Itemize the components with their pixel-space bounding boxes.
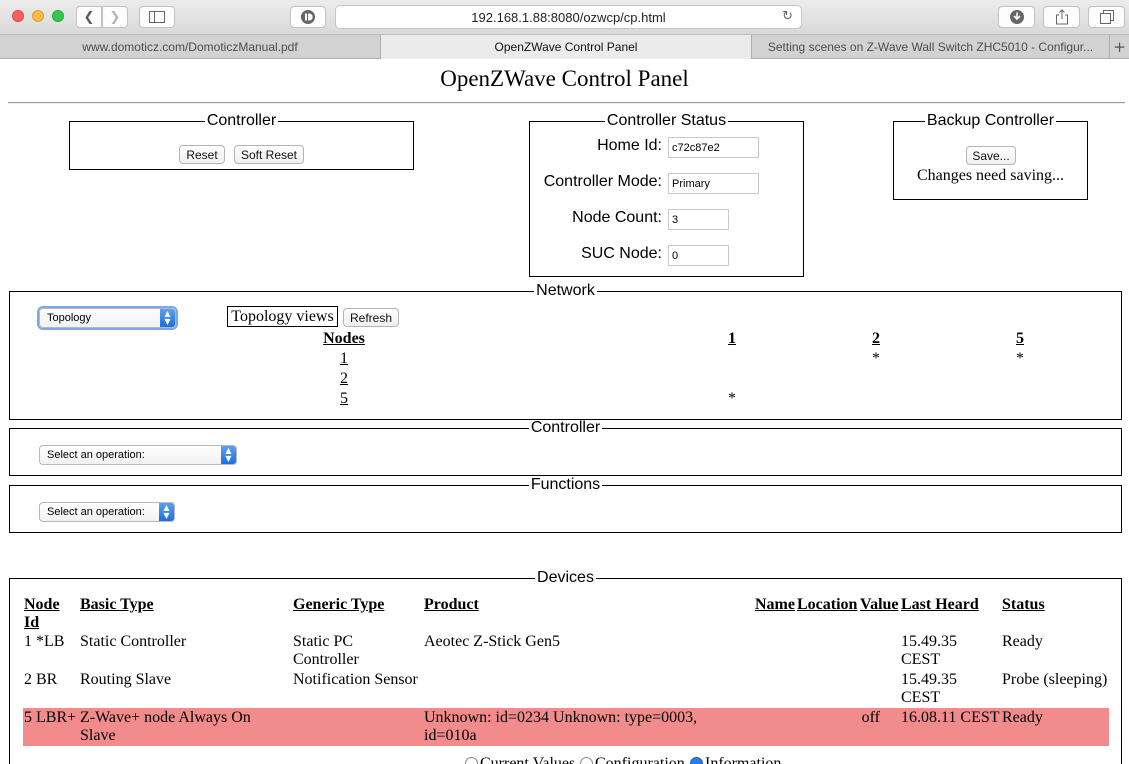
device-basic-type: Z-Wave+ node Always On Slave — [80, 709, 251, 744]
title-divider — [8, 102, 1125, 104]
device-status: Ready — [1002, 633, 1043, 650]
device-basic-type: Routing Slave — [80, 671, 172, 688]
controller-box: Controller Reset Soft Reset — [69, 112, 414, 170]
topology-views-label: Topology views — [227, 306, 338, 327]
devices-legend: Devices — [537, 569, 594, 586]
topology-node-2[interactable]: 2 — [300, 370, 388, 388]
page-title: OpenZWave Control Panel — [440, 66, 689, 91]
col-header-value[interactable]: Value — [860, 596, 900, 614]
refresh-button[interactable]: Refresh — [343, 308, 399, 327]
device-status: Probe (sleeping) — [1002, 671, 1108, 688]
select-arrows-icon: ▲ ▼ — [160, 309, 175, 327]
col-header-generic-type[interactable]: Generic Type — [293, 596, 423, 614]
topology-node-1[interactable]: 1 — [300, 350, 388, 368]
tab-domoticz-manual[interactable]: www.domoticz.com/DomoticzManual.pdf — [0, 35, 381, 59]
forward-icon[interactable]: ❯ — [102, 6, 128, 28]
network-box: Network — [9, 282, 1122, 420]
col-header-product[interactable]: Product — [424, 596, 624, 614]
sidebar-icon[interactable] — [139, 6, 175, 28]
controller-legend: Controller — [206, 112, 277, 129]
tabs-overview-icon[interactable] — [1088, 6, 1125, 28]
device-last-heard: 15.49.35 CEST — [901, 671, 957, 706]
node-count-label: Node Count: — [572, 209, 662, 226]
soft-reset-button[interactable]: Soft Reset — [234, 145, 304, 164]
functions-box: Functions — [9, 476, 1122, 533]
backup-controller-box: Backup Controller Save... Changes need s… — [893, 112, 1088, 200]
radio-label-current-values: Current Values — [480, 755, 576, 764]
address-bar[interactable]: 192.168.1.88:8080/ozwcp/cp.html ↻ — [335, 5, 802, 29]
reset-button[interactable]: Reset — [179, 145, 225, 164]
network-view-select[interactable]: Topology ▲ ▼ — [39, 308, 176, 328]
topology-col-1: 1 — [728, 330, 736, 347]
back-icon[interactable]: ❮ — [76, 6, 102, 28]
topology-cell: * — [872, 350, 880, 367]
device-last-heard: 15.49.35 CEST — [901, 633, 957, 668]
device-last-heard: 16.08.11 CEST — [901, 709, 1000, 726]
downloads-icon[interactable] — [998, 6, 1035, 28]
controller-mode-label: Controller Mode: — [543, 173, 662, 190]
device-generic-type: Notification Sensor — [293, 671, 418, 688]
col-header-name[interactable]: Name — [755, 596, 797, 614]
topology-cell: * — [1016, 350, 1024, 367]
device-node-id: 5 LBR+ — [24, 709, 77, 726]
network-legend: Network — [536, 282, 595, 299]
radio-configuration[interactable] — [580, 757, 593, 764]
new-tab-icon[interactable]: + — [1110, 35, 1129, 59]
controller-operation-select[interactable]: Select an operation: ▲ ▼ — [39, 445, 237, 465]
device-basic-type: Static Controller — [80, 633, 187, 650]
radio-label-configuration: Configuration — [595, 755, 685, 764]
functions-operation-value: Select an operation: — [47, 506, 145, 518]
zoom-window-icon[interactable] — [52, 10, 64, 22]
radio-label-information: Information — [705, 755, 782, 764]
backup-controller-legend: Backup Controller — [926, 112, 1055, 129]
controller-ops-legend: Controller — [530, 419, 601, 436]
controller-operation-value: Select an operation: — [47, 449, 145, 461]
suc-node-label: SUC Node: — [581, 245, 662, 262]
tab-setting-scenes[interactable]: Setting scenes on Z-Wave Wall Switch ZHC… — [752, 35, 1110, 59]
col-header-last-heard[interactable]: Last Heard — [901, 596, 1001, 614]
topology-node-5[interactable]: 5 — [300, 390, 388, 408]
close-window-icon[interactable] — [12, 10, 24, 22]
topology-col-2: 2 — [872, 330, 880, 347]
tab-ozw-control-panel[interactable]: OpenZWave Control Panel — [381, 35, 752, 59]
network-view-value: Topology — [47, 312, 92, 324]
nodes-header: Nodes — [323, 330, 365, 347]
functions-legend: Functions — [530, 476, 601, 493]
share-icon[interactable] — [1043, 6, 1080, 28]
backup-message: Changes need saving... — [916, 167, 1065, 184]
privacy-report-icon[interactable] — [290, 6, 326, 28]
device-generic-type: Static PC Controller — [293, 633, 359, 668]
device-product: Aeotec Z-Stick Gen5 — [424, 633, 560, 650]
select-arrows-icon: ▲ ▼ — [159, 503, 174, 521]
radio-current-values[interactable] — [465, 757, 478, 764]
select-arrows-icon: ▲ ▼ — [221, 446, 236, 464]
node-count-field[interactable]: 3 — [668, 209, 729, 230]
radio-information[interactable] — [690, 757, 703, 764]
suc-node-field[interactable]: 0 — [668, 245, 729, 266]
url-text: 192.168.1.88:8080/ozwcp/cp.html — [471, 9, 666, 25]
col-header-status[interactable]: Status — [1002, 596, 1112, 614]
device-node-id: 2 BR — [24, 671, 58, 688]
controller-mode-field[interactable]: Primary — [668, 173, 759, 194]
home-id-label: Home Id: — [597, 137, 662, 154]
col-header-location[interactable]: Location — [797, 596, 859, 614]
topology-col-5: 5 — [1016, 330, 1024, 347]
device-product: Unknown: id=0234 Unknown: type=0003, id=… — [424, 709, 698, 744]
save-button[interactable]: Save... — [966, 146, 1016, 165]
reload-icon[interactable]: ↻ — [782, 9, 793, 24]
functions-operation-select[interactable]: Select an operation: ▲ ▼ — [39, 502, 175, 522]
browser-toolbar: ❮ ❯ 192.168.1.88:8080/ozwcp/cp.html ↻ — [0, 0, 1129, 35]
device-value: off — [861, 709, 880, 726]
device-node-id: 1 *LB — [24, 633, 65, 650]
home-id-field[interactable]: c72c87e2 — [668, 137, 759, 158]
col-header-node-id[interactable]: Node Id — [24, 596, 78, 632]
controller-status-legend: Controller Status — [606, 112, 727, 129]
topology-cell: * — [728, 390, 736, 407]
minimize-window-icon[interactable] — [32, 10, 44, 22]
tab-bar: www.domoticz.com/DomoticzManual.pdf Open… — [0, 35, 1129, 59]
device-status: Ready — [1002, 709, 1043, 726]
col-header-basic-type[interactable]: Basic Type — [80, 596, 280, 614]
